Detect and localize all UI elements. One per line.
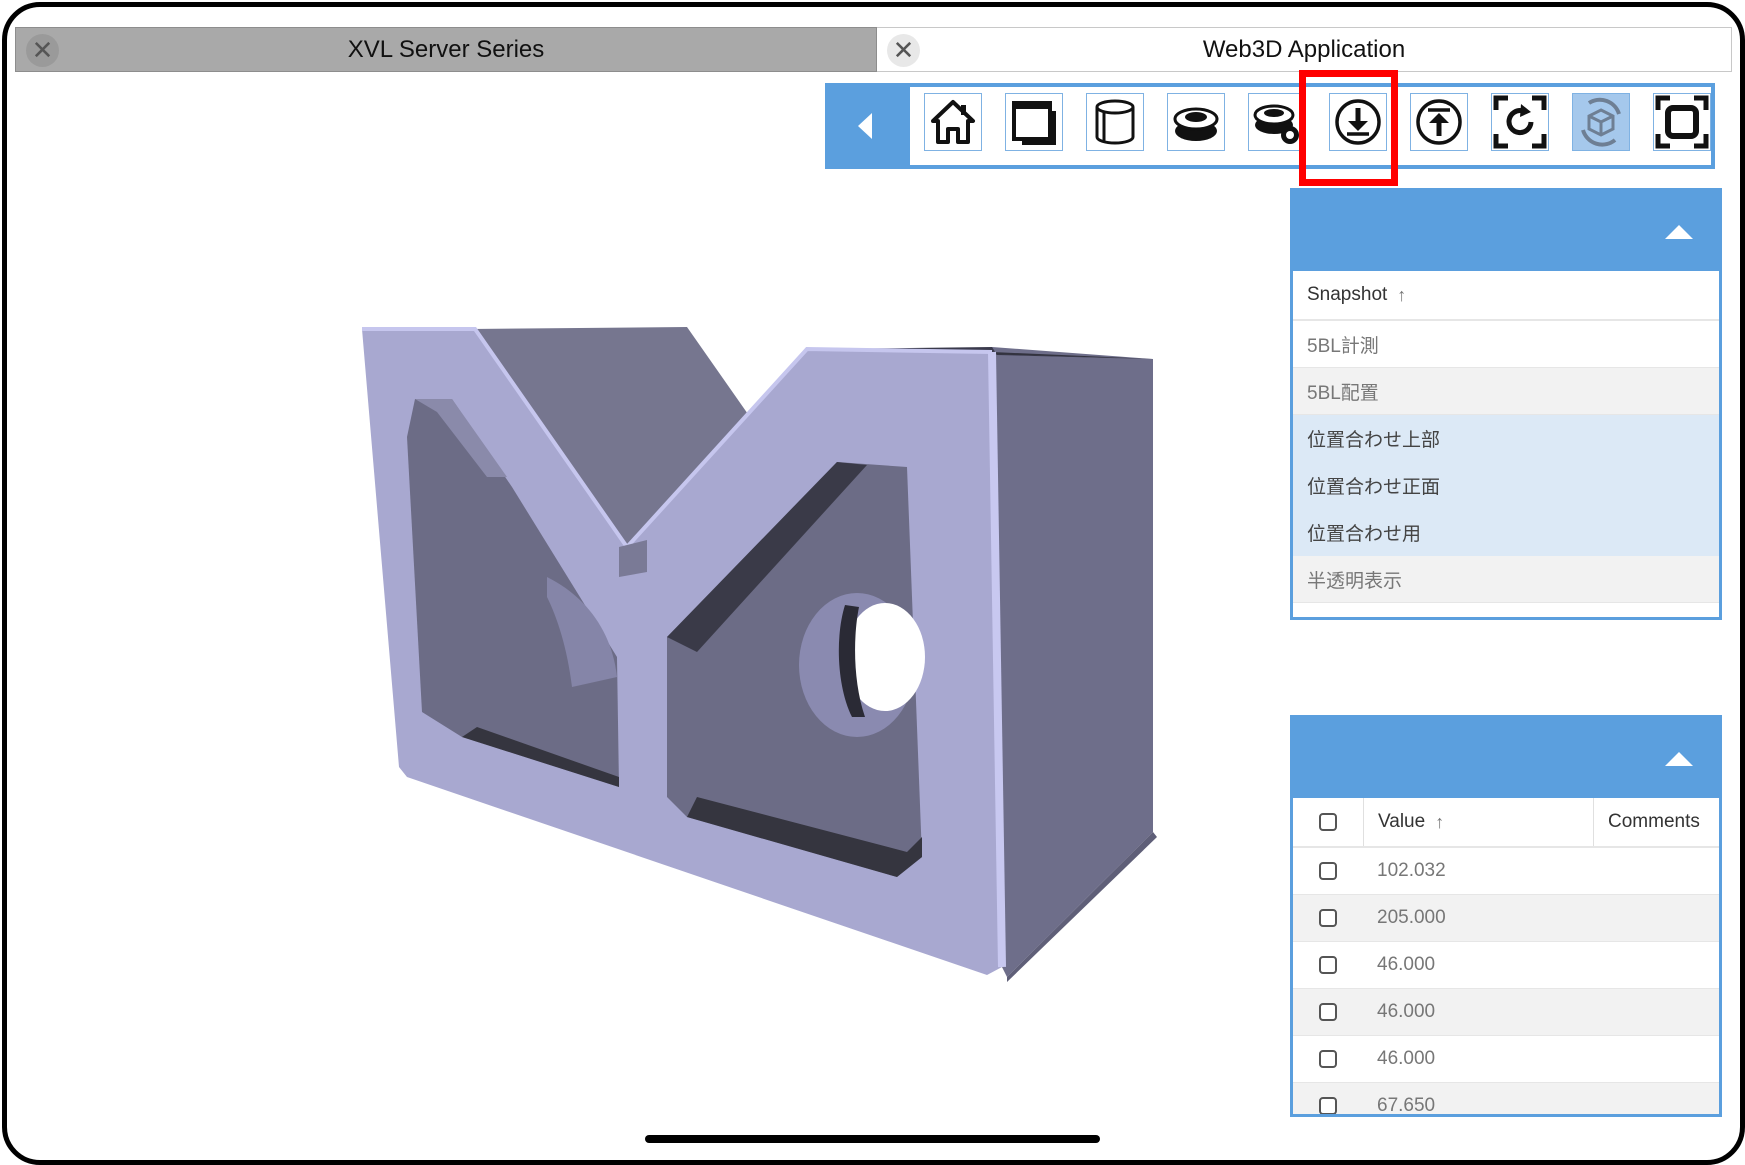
snapshot-panel-header (1293, 191, 1719, 271)
window-icon (1012, 101, 1056, 145)
snapshot-row[interactable]: 位置合わせ用 (1293, 509, 1719, 556)
upload-button[interactable] (1410, 93, 1468, 151)
comments-column-header[interactable]: Comments (1594, 811, 1700, 833)
disk-icon (1173, 107, 1219, 141)
disk-settings-icon (1253, 104, 1299, 144)
fullscreen-icon (1655, 95, 1709, 149)
snapshot-row[interactable]: 半透明表示 (1293, 556, 1719, 603)
row-checkbox[interactable] (1319, 1003, 1337, 1021)
measurement-panel: Value ↑ Comments 102.032 205.000 46.000 … (1290, 715, 1722, 1117)
measurement-row[interactable]: 46.000 (1293, 989, 1719, 1036)
collapse-up-icon[interactable] (1665, 752, 1693, 766)
snapshot-row[interactable]: 位置合わせ正面 (1293, 462, 1719, 509)
select-all-checkbox[interactable] (1319, 813, 1337, 831)
3d-viewport[interactable] (7, 77, 1287, 1077)
snapshot-row[interactable]: 5BL配置 (1293, 368, 1719, 415)
row-checkbox[interactable] (1319, 909, 1337, 927)
measurement-row[interactable]: 46.000 (1293, 1036, 1719, 1083)
snapshot-label: 位置合わせ正面 (1307, 476, 1441, 498)
upload-icon (1416, 99, 1462, 145)
toolbar-collapse-button[interactable] (825, 83, 907, 169)
chevron-left-icon (858, 113, 872, 139)
home-icon (931, 100, 975, 144)
measurement-value: 102.032 (1377, 860, 1446, 881)
download-highlight-box (1299, 70, 1398, 186)
fullscreen-button[interactable] (1653, 93, 1711, 151)
measurement-value: 46.000 (1377, 954, 1436, 975)
row-checkbox[interactable] (1319, 1097, 1337, 1114)
measurement-panel-header (1293, 718, 1719, 798)
snapshot-label: 位置合わせ用 (1307, 523, 1422, 545)
snapshot-label: 位置合わせ上部 (1307, 429, 1441, 451)
snapshot-row[interactable]: 5BL計測 (1293, 321, 1719, 368)
collapse-up-icon[interactable] (1665, 225, 1693, 239)
measurement-row[interactable]: 205.000 (1293, 895, 1719, 942)
rotate-fit-icon (1493, 95, 1547, 149)
home-button[interactable] (924, 93, 982, 151)
tab-xvl-server-series[interactable]: ✕ XVL Server Series (15, 27, 877, 72)
sort-ascending-icon: ↑ (1397, 284, 1407, 305)
comments-header-label: Comments (1608, 811, 1700, 832)
toolbar (825, 83, 1715, 169)
snapshot-panel: Snapshot ↑ 5BL計測 5BL配置 位置合わせ上部 位置合わせ正面 位… (1290, 188, 1722, 620)
measurement-column-header: Value ↑ Comments (1293, 798, 1719, 848)
close-tab-icon[interactable]: ✕ (26, 34, 59, 67)
measurement-value: 46.000 (1377, 1048, 1436, 1069)
tab-title: XVL Server Series (347, 35, 545, 63)
measurement-value: 205.000 (1377, 907, 1446, 928)
close-tab-icon[interactable]: ✕ (887, 34, 920, 67)
measurement-row[interactable]: 46.000 (1293, 942, 1719, 989)
measurement-row[interactable]: 102.032 (1293, 848, 1719, 895)
tab-bar: ✕ XVL Server Series ✕ Web3D Application (15, 27, 1732, 72)
device-frame: ✕ XVL Server Series ✕ Web3D Application (2, 2, 1745, 1165)
window-button[interactable] (1005, 93, 1063, 151)
snapshot-label: 5BL計測 (1307, 335, 1379, 357)
tab-web3d-application[interactable]: ✕ Web3D Application (877, 27, 1732, 72)
snapshot-label: 5BL配置 (1307, 382, 1379, 404)
value-header-label: Value (1378, 811, 1426, 832)
select-all-cell (1293, 798, 1364, 846)
rotate-fit-button[interactable] (1491, 93, 1549, 151)
measurement-value: 46.000 (1377, 1001, 1436, 1022)
snapshot-row[interactable]: 位置合わせ上部 (1293, 415, 1719, 462)
row-checkbox[interactable] (1319, 862, 1337, 880)
snapshot-label: 半透明表示 (1307, 570, 1403, 592)
snapshot-header-label: Snapshot (1307, 284, 1388, 305)
rotate-3d-icon (1581, 97, 1621, 147)
snapshot-column-header[interactable]: Snapshot ↑ (1293, 271, 1719, 321)
value-column-header[interactable]: Value ↑ (1364, 798, 1594, 846)
rotate-3d-button[interactable] (1572, 93, 1630, 151)
v-block-model (362, 327, 1157, 982)
measurement-value: 67.650 (1377, 1095, 1436, 1116)
row-checkbox[interactable] (1319, 956, 1337, 974)
row-checkbox[interactable] (1319, 1050, 1337, 1068)
sort-ascending-icon: ↑ (1435, 811, 1445, 832)
home-indicator[interactable] (645, 1135, 1100, 1143)
cylinder-icon (1095, 99, 1135, 145)
measurement-row[interactable]: 67.650 (1293, 1083, 1719, 1116)
cylinder-button[interactable] (1086, 93, 1144, 151)
disk-settings-button[interactable] (1248, 93, 1306, 151)
tab-title: Web3D Application (1202, 35, 1406, 63)
disk-button[interactable] (1167, 93, 1225, 151)
